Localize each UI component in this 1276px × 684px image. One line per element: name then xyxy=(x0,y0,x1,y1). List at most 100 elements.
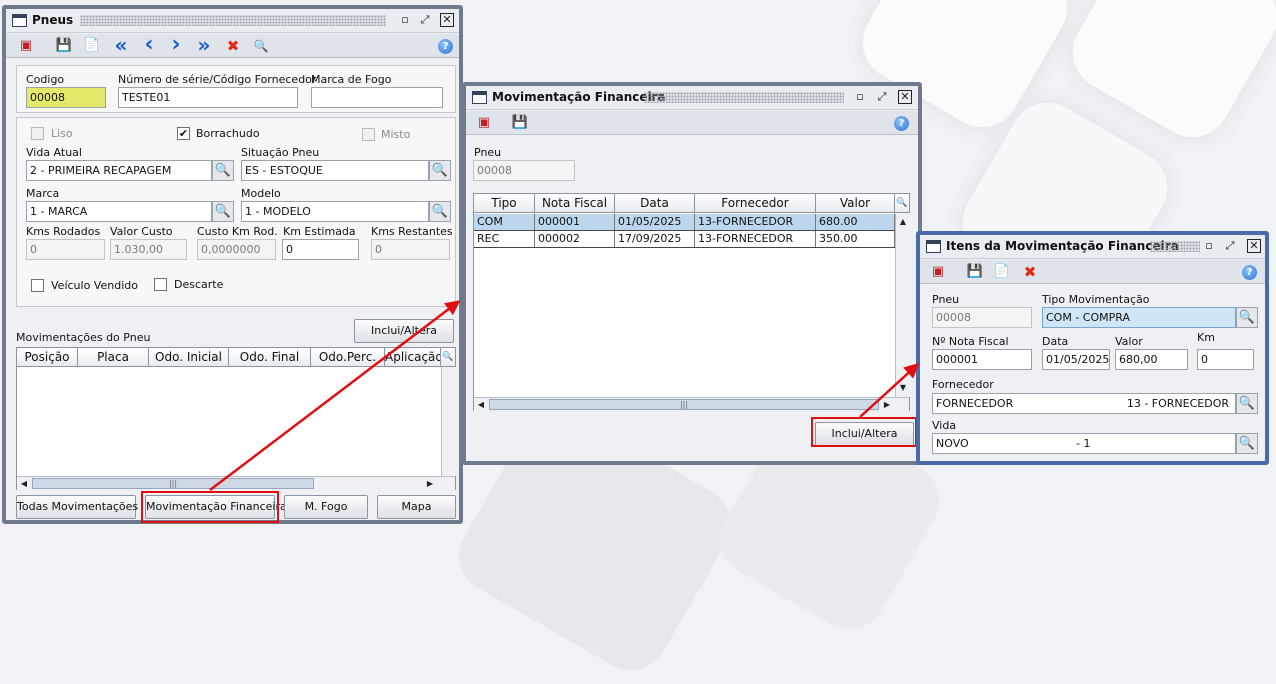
save-icon[interactable]: 💾 xyxy=(966,263,984,281)
maximize-icon[interactable]: ⤢ xyxy=(418,13,432,27)
minimize-icon[interactable]: ▫ xyxy=(1202,239,1216,253)
veiculo-vendido-label: Veículo Vendido xyxy=(51,279,138,292)
maximize-icon[interactable]: ⤢ xyxy=(1223,239,1237,253)
pneus-toolbar: ▣ 💾 📄 « ‹ › » ✖ 🔍 ? xyxy=(6,34,459,58)
exit-icon[interactable]: ▣ xyxy=(929,263,947,281)
col-data[interactable]: Data xyxy=(615,194,695,213)
col-aplicacao[interactable]: Aplicação xyxy=(385,348,441,367)
km-estimada-field[interactable]: 0 xyxy=(282,239,359,260)
highlight-box xyxy=(141,491,279,523)
marca-label: Marca xyxy=(26,187,60,200)
itens-title-bar: Itens da Movimentação Financeira ▫ ⤢ ✕ xyxy=(920,235,1265,259)
table-row[interactable]: COM 000001 01/05/2025 13-FORNECEDOR 680.… xyxy=(474,214,895,230)
borrachudo-checkbox[interactable]: ✔ xyxy=(177,127,190,140)
marca-fogo-field[interactable] xyxy=(311,87,443,108)
marca-lookup-icon[interactable]: 🔍 xyxy=(212,201,234,222)
close-icon[interactable]: ✕ xyxy=(898,90,912,104)
next-icon[interactable]: › xyxy=(167,34,185,56)
m-fogo-button[interactable]: M. Fogo xyxy=(284,495,368,519)
scroll-left-icon[interactable]: ◀ xyxy=(474,398,488,412)
col-posicao[interactable]: Posição xyxy=(17,348,78,367)
minimize-icon[interactable]: ▫ xyxy=(398,13,412,27)
scroll-right-icon[interactable]: ▶ xyxy=(880,398,894,412)
scroll-down-icon[interactable]: ▼ xyxy=(896,381,910,395)
col-nota-fiscal[interactable]: Nota Fiscal xyxy=(535,194,615,213)
kms-restantes-field: 0 xyxy=(371,239,450,260)
column-selector-icon[interactable]: 🔍 xyxy=(895,194,910,213)
col-valor[interactable]: Valor xyxy=(816,194,895,213)
fornecedor-field[interactable]: FORNECEDOR 13 - FORNECEDOR xyxy=(932,393,1236,414)
vertical-scrollbar[interactable] xyxy=(441,367,456,476)
situacao-field[interactable]: ES - ESTOQUE xyxy=(241,160,429,181)
mov-fin-table: Tipo Nota Fiscal Data Fornecedor Valor 🔍… xyxy=(473,193,910,411)
modelo-field[interactable]: 1 - MODELO xyxy=(241,201,429,222)
delete-icon[interactable]: ✖ xyxy=(1021,263,1039,281)
minimize-icon[interactable]: ▫ xyxy=(853,90,867,104)
horizontal-scrollbar[interactable]: ◀ ||| ▶ xyxy=(474,397,909,411)
scroll-left-icon[interactable]: ◀ xyxy=(17,477,31,491)
col-odo-inicial[interactable]: Odo. Inicial xyxy=(149,348,229,367)
modelo-lookup-icon[interactable]: 🔍 xyxy=(429,201,451,222)
maximize-icon[interactable]: ⤢ xyxy=(875,90,889,104)
liso-checkbox[interactable] xyxy=(31,127,44,140)
window-icon xyxy=(472,91,487,104)
save-icon[interactable]: 💾 xyxy=(511,114,529,132)
close-icon[interactable]: ✕ xyxy=(1247,239,1261,253)
tipo-movimentacao-field[interactable]: COM - COMPRA xyxy=(1042,307,1236,328)
vida-atual-field[interactable]: 2 - PRIMEIRA RECAPAGEM xyxy=(26,160,212,181)
horizontal-scrollbar[interactable]: ◀ ||| ▶ xyxy=(17,476,455,490)
help-icon[interactable]: ? xyxy=(894,116,909,131)
scroll-right-icon[interactable]: ▶ xyxy=(423,477,437,491)
km-field[interactable]: 0 xyxy=(1197,349,1254,370)
vida-field[interactable]: NOVO - 1 xyxy=(932,433,1236,454)
mov-fin-title: Movimentação Financeira xyxy=(492,90,666,104)
vida-lookup-icon[interactable]: 🔍 xyxy=(212,160,234,181)
exit-icon[interactable]: ▣ xyxy=(475,114,493,132)
data-field[interactable]: 01/05/2025 xyxy=(1042,349,1110,370)
previous-icon[interactable]: ‹ xyxy=(140,34,158,56)
close-icon[interactable]: ✕ xyxy=(440,13,454,27)
save-icon[interactable]: 💾 xyxy=(55,37,73,55)
column-selector-icon[interactable]: 🔍 xyxy=(441,348,456,367)
serie-field[interactable]: TESTE01 xyxy=(118,87,298,108)
help-icon[interactable]: ? xyxy=(1242,265,1257,280)
nota-fiscal-field[interactable]: 000001 xyxy=(932,349,1032,370)
new-document-icon[interactable]: 📄 xyxy=(83,37,101,55)
descarte-checkbox[interactable] xyxy=(154,278,167,291)
exit-icon[interactable]: ▣ xyxy=(17,37,35,55)
col-odo-perc[interactable]: Odo.Perc. xyxy=(311,348,385,367)
identification-panel: Codigo 00008 Número de série/Código Forn… xyxy=(16,65,456,113)
situacao-lookup-icon[interactable]: 🔍 xyxy=(429,160,451,181)
fornecedor-lookup-icon[interactable]: 🔍 xyxy=(1236,393,1258,414)
table-row[interactable]: REC 000002 17/09/2025 13-FORNECEDOR 350.… xyxy=(474,230,895,248)
search-icon[interactable]: 🔍 xyxy=(252,37,270,55)
first-icon[interactable]: « xyxy=(112,35,130,55)
valor-field[interactable]: 680,00 xyxy=(1115,349,1188,370)
col-fornecedor[interactable]: Fornecedor xyxy=(695,194,816,213)
col-placa[interactable]: Placa xyxy=(78,348,149,367)
todas-movimentacoes-button[interactable]: Todas Movimentações xyxy=(16,495,138,519)
scroll-thumb[interactable]: ||| xyxy=(32,478,314,489)
codigo-field[interactable]: 00008 xyxy=(26,87,106,108)
itens-window: Itens da Movimentação Financeira ▫ ⤢ ✕ ▣… xyxy=(916,231,1269,465)
tipo-lookup-icon[interactable]: 🔍 xyxy=(1236,307,1258,328)
veiculo-vendido-checkbox[interactable] xyxy=(31,279,44,292)
kms-rodados-label: Kms Rodados xyxy=(26,225,101,238)
last-icon[interactable]: » xyxy=(195,35,213,55)
help-icon[interactable]: ? xyxy=(438,39,453,54)
km-label: Km xyxy=(1197,331,1215,344)
col-odo-final[interactable]: Odo. Final xyxy=(229,348,311,367)
vida-lookup-icon[interactable]: 🔍 xyxy=(1236,433,1258,454)
vida-code: - 1 xyxy=(1076,437,1091,450)
vertical-scrollbar[interactable]: ▲ ▼ xyxy=(895,213,910,397)
col-tipo[interactable]: Tipo xyxy=(474,194,535,213)
marca-field[interactable]: 1 - MARCA xyxy=(26,201,212,222)
mapa-button[interactable]: Mapa xyxy=(377,495,456,519)
scroll-thumb[interactable]: ||| xyxy=(489,399,879,410)
new-document-icon[interactable]: 📄 xyxy=(993,263,1011,281)
scroll-up-icon[interactable]: ▲ xyxy=(896,215,910,229)
pneus-inclui-altera-button[interactable]: Inclui/Altera xyxy=(354,319,454,343)
vida-atual-label: Vida Atual xyxy=(26,146,82,159)
misto-checkbox[interactable] xyxy=(362,128,375,141)
delete-icon[interactable]: ✖ xyxy=(224,37,242,55)
